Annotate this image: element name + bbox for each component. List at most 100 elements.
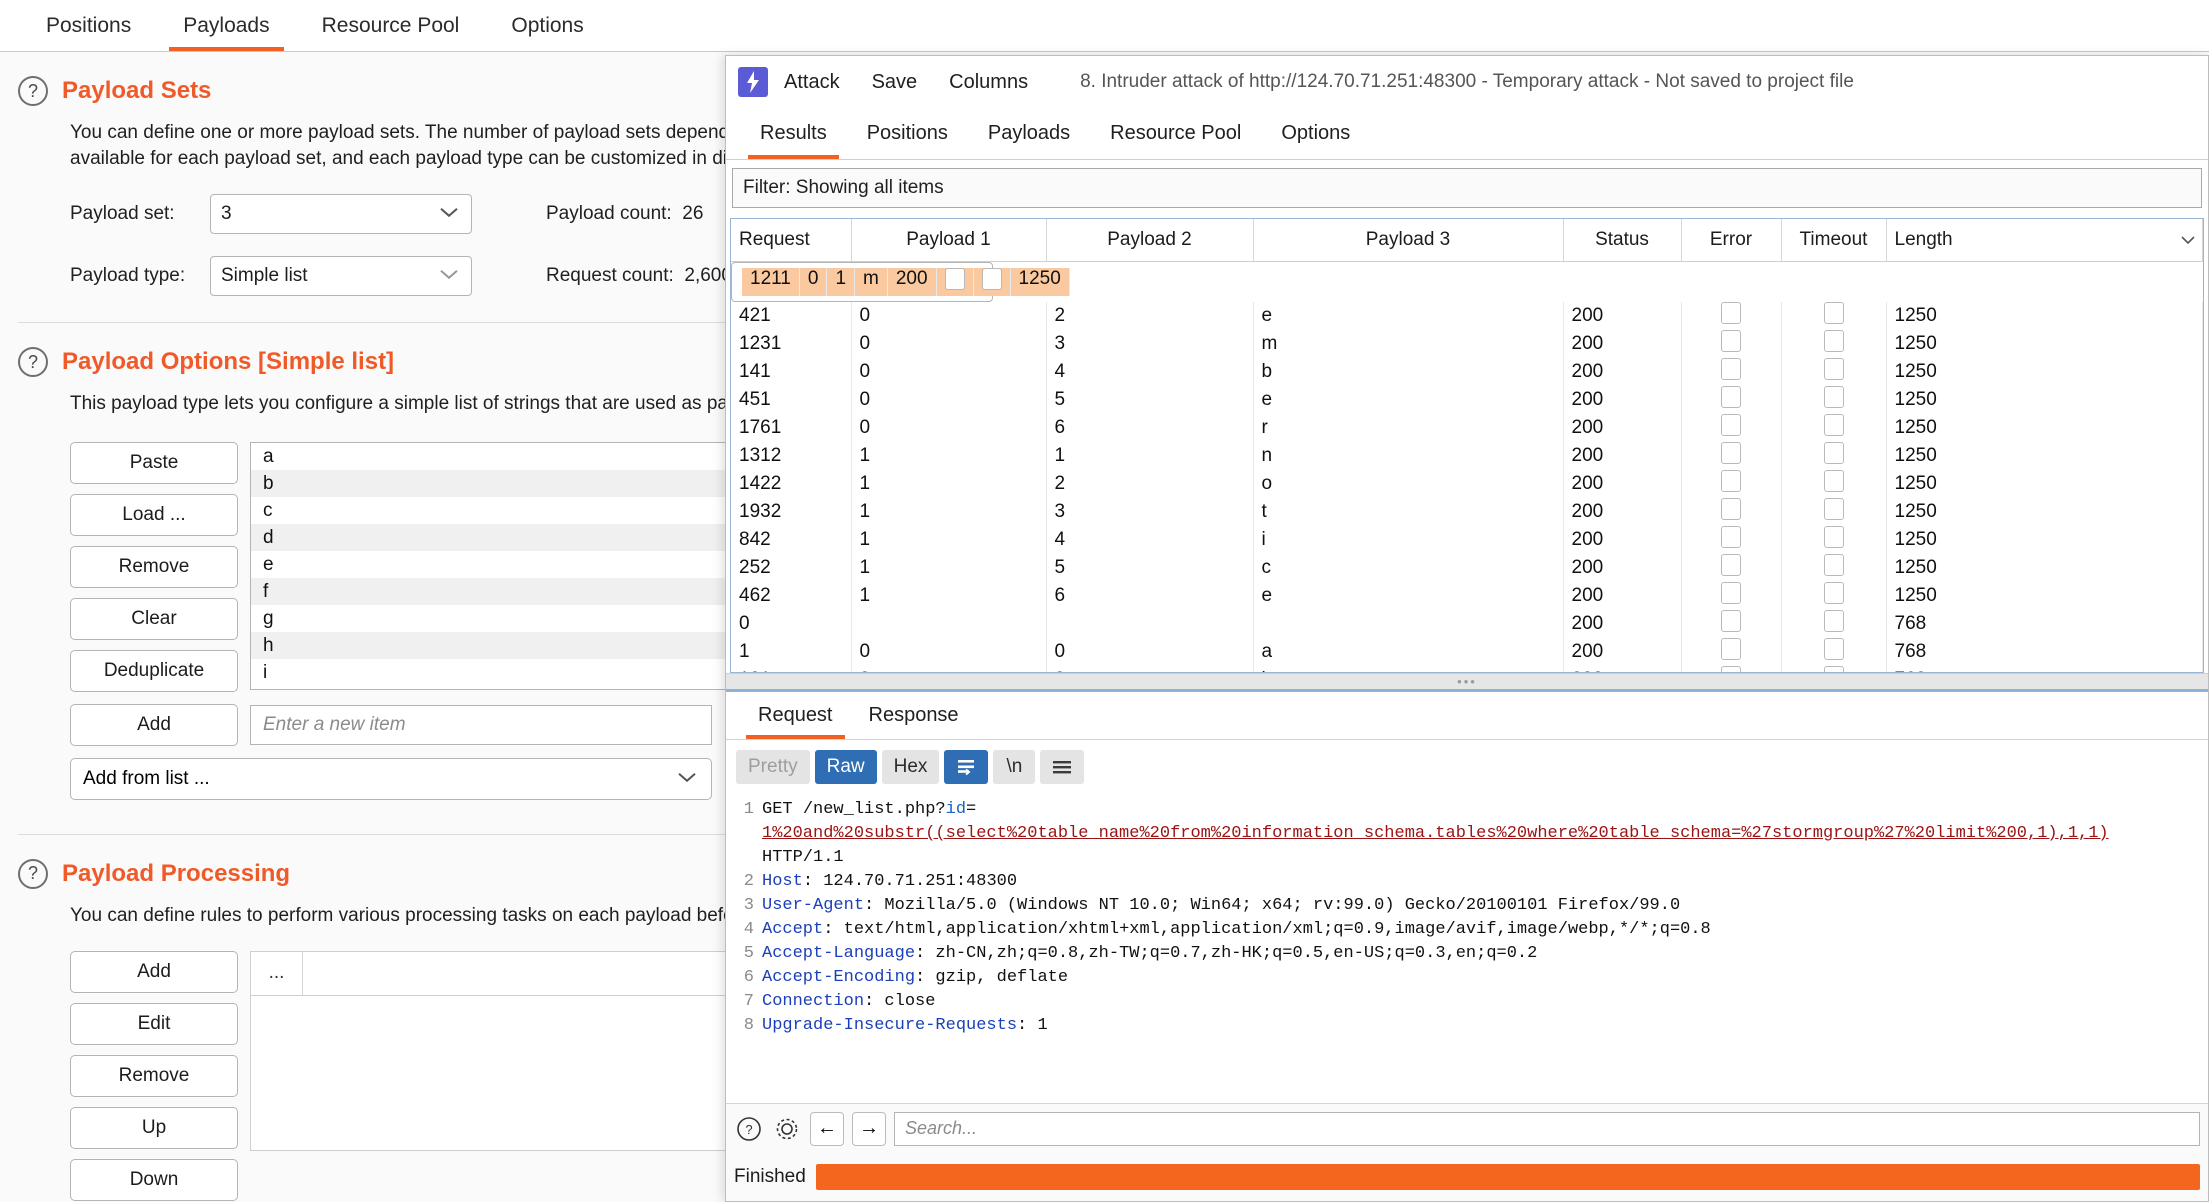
add-from-list-select[interactable]: Add from list ... xyxy=(70,757,712,800)
cell-error-checkbox[interactable] xyxy=(1681,637,1782,666)
error-checkbox[interactable] xyxy=(1721,637,1741,660)
panel-splitter[interactable]: ••• xyxy=(726,673,2208,689)
table-row[interactable]: 421 0 2 e 200 1250 xyxy=(731,301,2203,330)
table-row[interactable]: 0 200 768 xyxy=(731,609,2203,638)
cell-timeout-checkbox[interactable] xyxy=(1781,385,1887,414)
rule-up-button[interactable]: Up xyxy=(70,1106,238,1149)
cell-error-checkbox[interactable] xyxy=(1681,609,1782,638)
menu-attack[interactable]: Attack xyxy=(768,56,856,108)
cell-error-checkbox[interactable] xyxy=(936,267,974,296)
deduplicate-button[interactable]: Deduplicate xyxy=(70,649,238,692)
help-icon[interactable]: ? xyxy=(18,858,48,889)
error-checkbox[interactable] xyxy=(1721,329,1741,352)
table-row[interactable]: 1211 0 1 m 200 1250 xyxy=(731,261,1070,302)
table-row[interactable]: 1932 1 3 t 200 1250 xyxy=(731,497,2203,526)
timeout-checkbox[interactable] xyxy=(1823,441,1844,464)
remove-button[interactable]: Remove xyxy=(70,545,238,588)
subtab-options[interactable]: Options xyxy=(1261,108,1370,159)
table-row[interactable]: 1 0 0 a 200 768 xyxy=(731,637,2203,666)
cell-timeout-checkbox[interactable] xyxy=(1781,553,1887,582)
cell-timeout-checkbox[interactable] xyxy=(1781,665,1887,672)
cell-timeout-checkbox[interactable] xyxy=(1781,637,1887,666)
rule-add-button[interactable]: Add xyxy=(70,950,238,993)
cell-timeout-checkbox[interactable] xyxy=(1781,497,1887,526)
timeout-checkbox[interactable] xyxy=(1823,329,1844,352)
filter-bar[interactable]: Filter: Showing all items xyxy=(732,168,2202,208)
tab-resource-pool[interactable]: Resource Pool xyxy=(296,0,486,51)
cell-error-checkbox[interactable] xyxy=(1681,357,1782,386)
col-payload-1[interactable]: Payload 1 xyxy=(851,219,1047,262)
pretty-button[interactable]: Pretty xyxy=(736,750,810,784)
timeout-checkbox[interactable] xyxy=(1823,385,1844,408)
wrap-lines-icon[interactable] xyxy=(944,750,989,784)
help-icon[interactable]: ? xyxy=(18,347,48,378)
tab-response[interactable]: Response xyxy=(851,692,977,739)
help-icon[interactable]: ? xyxy=(18,76,48,106)
error-checkbox[interactable] xyxy=(1721,301,1741,324)
cell-error-checkbox[interactable] xyxy=(1681,329,1782,358)
rule-down-button[interactable]: Down xyxy=(70,1158,238,1201)
error-checkbox[interactable] xyxy=(1721,357,1741,380)
cell-error-checkbox[interactable] xyxy=(1681,497,1782,526)
table-row[interactable]: 451 0 5 e 200 1250 xyxy=(731,385,2203,414)
timeout-checkbox[interactable] xyxy=(1823,497,1844,520)
col-payload-3[interactable]: Payload 3 xyxy=(1253,219,1564,262)
search-forward-arrow-icon[interactable]: → xyxy=(852,1111,886,1146)
tab-options[interactable]: Options xyxy=(485,0,609,51)
payload-type-select[interactable]: Simple list xyxy=(210,256,472,297)
subtab-positions[interactable]: Positions xyxy=(847,108,968,159)
cell-timeout-checkbox[interactable] xyxy=(973,267,1011,296)
error-checkbox[interactable] xyxy=(1721,553,1741,576)
add-item-button[interactable]: Add xyxy=(70,703,238,746)
timeout-checkbox[interactable] xyxy=(1823,581,1844,604)
col-length[interactable]: Length xyxy=(1886,219,2203,262)
timeout-checkbox[interactable] xyxy=(1823,357,1844,380)
cell-timeout-checkbox[interactable] xyxy=(1781,581,1887,610)
subtab-results[interactable]: Results xyxy=(740,108,847,159)
help-icon[interactable]: ? xyxy=(734,1114,764,1144)
subtab-resource-pool[interactable]: Resource Pool xyxy=(1090,108,1261,159)
col-request[interactable]: Request xyxy=(731,219,852,262)
cell-timeout-checkbox[interactable] xyxy=(1781,469,1887,498)
tab-payloads[interactable]: Payloads xyxy=(157,0,295,51)
error-checkbox[interactable] xyxy=(1721,525,1741,548)
raw-button[interactable]: Raw xyxy=(814,750,877,784)
tab-positions[interactable]: Positions xyxy=(20,0,157,51)
error-checkbox[interactable] xyxy=(1721,413,1741,436)
timeout-checkbox[interactable] xyxy=(1823,637,1844,660)
cell-timeout-checkbox[interactable] xyxy=(1781,301,1887,330)
paste-button[interactable]: Paste xyxy=(70,441,238,484)
error-checkbox[interactable] xyxy=(944,267,965,290)
error-checkbox[interactable] xyxy=(1721,581,1741,604)
results-table-container[interactable]: Request Payload 1 Payload 2 Payload 3 St… xyxy=(730,218,2204,673)
cell-error-checkbox[interactable] xyxy=(1681,413,1782,442)
timeout-checkbox[interactable] xyxy=(1823,553,1844,576)
timeout-checkbox[interactable] xyxy=(1823,525,1844,548)
error-checkbox[interactable] xyxy=(1721,441,1741,464)
cell-error-checkbox[interactable] xyxy=(1681,665,1782,672)
menu-icon[interactable] xyxy=(1040,750,1085,784)
error-checkbox[interactable] xyxy=(1721,497,1741,520)
error-checkbox[interactable] xyxy=(1721,609,1741,632)
table-row[interactable]: 1422 1 2 o 200 1250 xyxy=(731,469,2203,498)
subtab-payloads[interactable]: Payloads xyxy=(968,108,1090,159)
cell-timeout-checkbox[interactable] xyxy=(1781,441,1887,470)
col-status[interactable]: Status xyxy=(1563,219,1682,262)
cell-timeout-checkbox[interactable] xyxy=(1781,329,1887,358)
table-row[interactable]: 252 1 5 c 200 1250 xyxy=(731,553,2203,582)
table-row[interactable]: 141 0 4 b 200 1250 xyxy=(731,357,2203,386)
cell-timeout-checkbox[interactable] xyxy=(1781,413,1887,442)
table-row[interactable]: 1231 0 3 m 200 1250 xyxy=(731,329,2203,358)
timeout-checkbox[interactable] xyxy=(1823,301,1844,324)
timeout-checkbox[interactable] xyxy=(1823,609,1844,632)
cell-error-checkbox[interactable] xyxy=(1681,301,1782,330)
cell-error-checkbox[interactable] xyxy=(1681,581,1782,610)
hex-button[interactable]: Hex xyxy=(881,750,940,784)
new-item-input[interactable]: Enter a new item xyxy=(250,704,712,745)
table-row[interactable]: 1312 1 1 n 200 1250 xyxy=(731,441,2203,470)
cell-error-checkbox[interactable] xyxy=(1681,469,1782,498)
load-button[interactable]: Load ... xyxy=(70,493,238,536)
table-row[interactable]: 462 1 6 e 200 1250 xyxy=(731,581,2203,610)
error-checkbox[interactable] xyxy=(1721,469,1741,492)
settings-icon[interactable] xyxy=(772,1114,802,1144)
